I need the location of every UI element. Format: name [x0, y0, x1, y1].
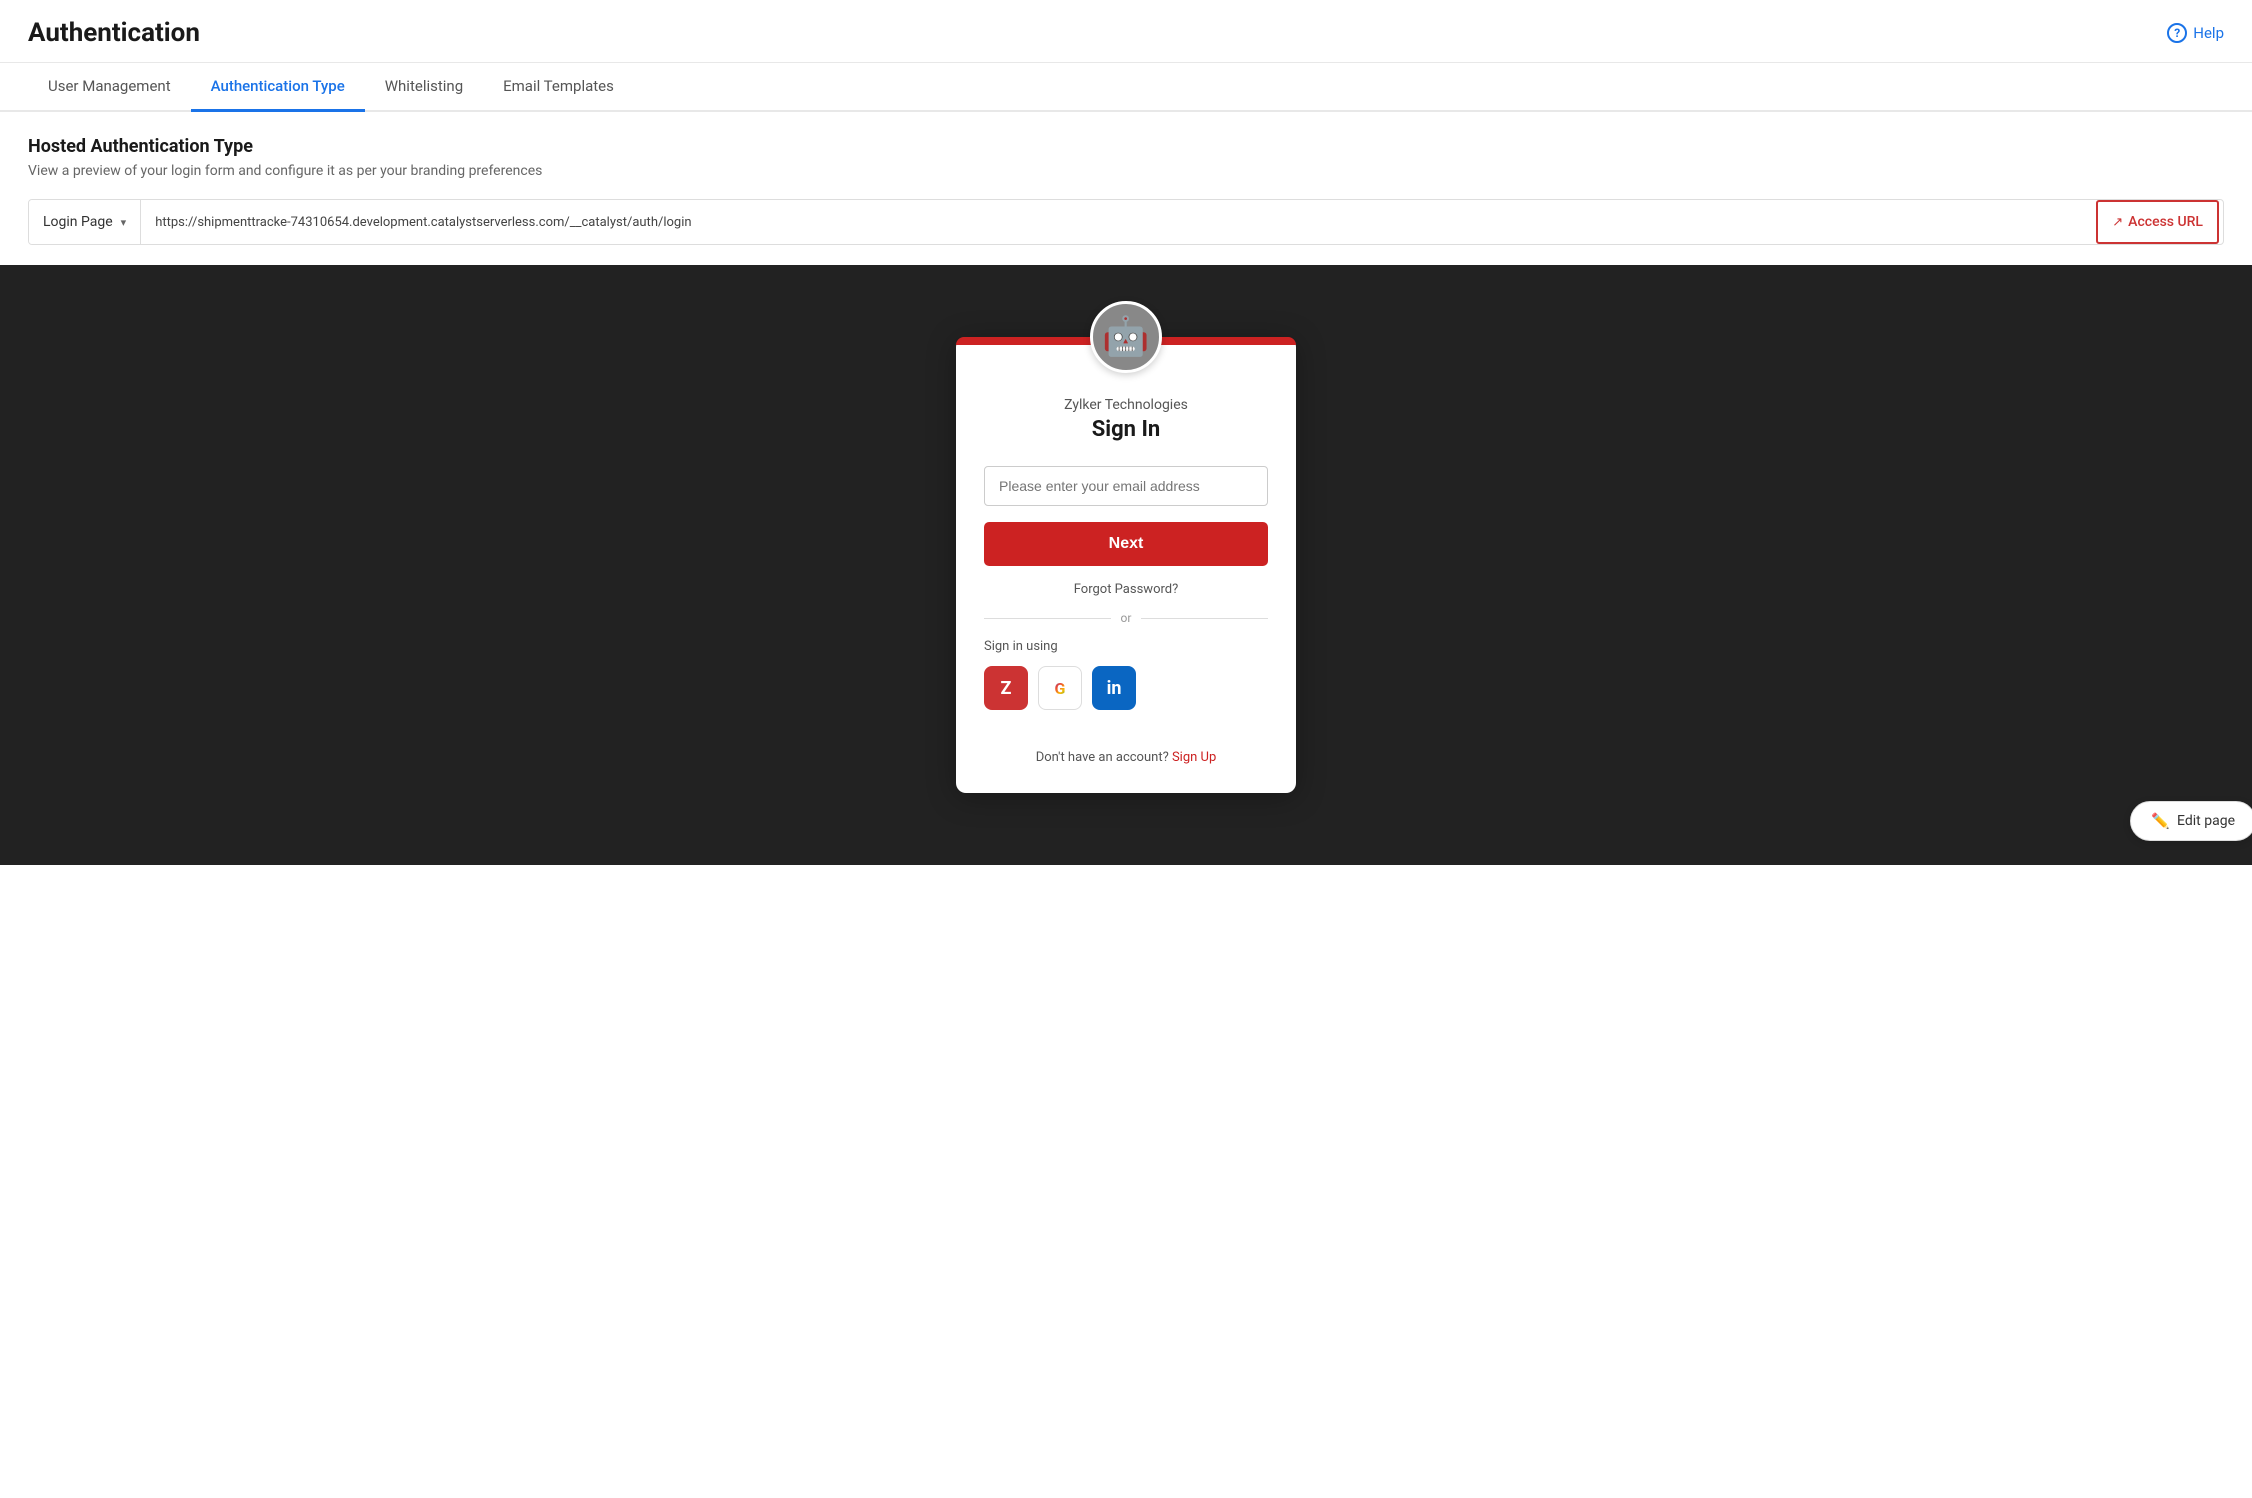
chevron-down-icon: ▾ — [121, 216, 127, 229]
signup-prompt: Don't have an account? Sign Up — [1036, 750, 1217, 765]
signup-prompt-text: Don't have an account? — [1036, 750, 1169, 765]
preview-area: 🤖 Zylker Technologies Sign In Next Forgo… — [0, 265, 2252, 865]
login-card: 🤖 Zylker Technologies Sign In Next Forgo… — [956, 337, 1296, 793]
help-link[interactable]: ? Help — [2167, 23, 2224, 43]
or-text: or — [1121, 611, 1132, 625]
forgot-password-link[interactable]: Forgot Password? — [1074, 582, 1179, 597]
tab-user-management[interactable]: User Management — [28, 63, 191, 112]
section-title: Hosted Authentication Type — [28, 136, 2224, 157]
or-divider: or — [984, 611, 1268, 625]
url-bar: Login Page ▾ https://shipmenttracke-7431… — [28, 199, 2224, 245]
help-label: Help — [2193, 24, 2224, 42]
google-login-button[interactable]: G — [1038, 666, 1082, 710]
edit-page-button[interactable]: ✏️ Edit page — [2130, 801, 2252, 841]
next-button[interactable]: Next — [984, 522, 1268, 566]
email-input[interactable] — [984, 466, 1268, 506]
edit-icon: ✏️ — [2151, 812, 2170, 830]
tabs-bar: User Management Authentication Type Whit… — [0, 63, 2252, 112]
zoho-login-button[interactable]: Z — [984, 666, 1028, 710]
divider-line-left — [984, 618, 1111, 619]
signup-link[interactable]: Sign Up — [1172, 750, 1216, 765]
robot-icon: 🤖 — [1102, 318, 1149, 356]
company-name: Zylker Technologies — [1064, 397, 1188, 413]
section-description: View a preview of your login form and co… — [28, 163, 2224, 179]
tab-whitelisting[interactable]: Whitelisting — [365, 63, 483, 112]
page-title: Authentication — [28, 18, 200, 48]
tab-email-templates[interactable]: Email Templates — [483, 63, 634, 112]
content-area: Hosted Authentication Type View a previe… — [0, 112, 2252, 245]
edit-page-label: Edit page — [2177, 813, 2235, 829]
access-url-label: Access URL — [2128, 214, 2203, 230]
help-icon: ? — [2167, 23, 2187, 43]
social-icons-group: Z G in — [984, 666, 1136, 710]
external-link-icon: ↗ — [2112, 215, 2123, 230]
sign-in-using-label: Sign in using — [984, 639, 1058, 654]
linkedin-login-button[interactable]: in — [1092, 666, 1136, 710]
url-display: https://shipmenttracke-74310654.developm… — [141, 215, 2092, 230]
page-type-dropdown[interactable]: Login Page ▾ — [29, 200, 141, 244]
sign-in-title: Sign In — [1092, 417, 1161, 442]
google-icon: G — [1055, 679, 1066, 698]
avatar: 🤖 — [1090, 301, 1162, 373]
login-card-body: Zylker Technologies Sign In Next Forgot … — [956, 345, 1296, 765]
dropdown-label: Login Page — [43, 214, 113, 230]
tab-authentication-type[interactable]: Authentication Type — [191, 63, 365, 112]
access-url-button[interactable]: ↗ Access URL — [2096, 200, 2219, 244]
top-header: Authentication ? Help — [0, 0, 2252, 63]
divider-line-right — [1141, 618, 1268, 619]
